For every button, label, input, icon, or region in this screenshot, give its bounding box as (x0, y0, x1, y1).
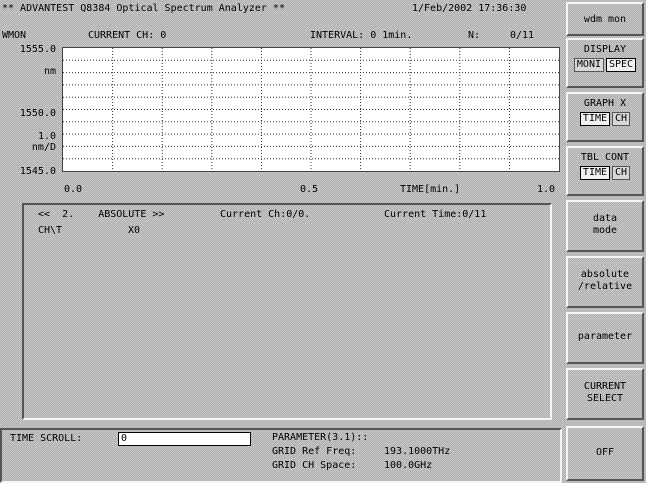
table-contents-softkey[interactable]: TBL CONT TIME CH (566, 146, 644, 196)
display-softkey[interactable]: DISPLAY MONI SPEC (566, 38, 644, 88)
time-scroll-label: TIME SCROLL: (10, 433, 83, 444)
parameter-title: PARAMETER(3.1):: (272, 432, 369, 443)
table-current-channel: Current Ch:0/0. (220, 209, 311, 220)
time-scroll-input[interactable]: 0 (118, 432, 251, 446)
display-option-moni[interactable]: MONI (573, 58, 604, 72)
column-ch-t: CH\T (38, 225, 63, 236)
table-contents-option-ch[interactable]: CH (612, 166, 631, 180)
mode-label: wdm mon (583, 14, 627, 25)
trend-graph[interactable] (62, 47, 560, 172)
graph-mode-label: WMON (2, 30, 27, 41)
x-axis-end: 1.0 (537, 184, 556, 195)
current-channel: CURRENT CH: 0 (88, 30, 167, 41)
absolute-relative-line1: absolute (580, 269, 630, 280)
x-axis-mid: 0.5 (300, 184, 319, 195)
current-select-line1: CURRENT (583, 381, 627, 392)
y-axis-top: 1555.0 (19, 44, 56, 55)
absolute-relative-line2: /relative (577, 281, 633, 292)
grid-ref-freq-label: GRID Ref Freq: (272, 446, 357, 457)
y-axis-unit: nm (43, 66, 56, 77)
table-contents-option-time[interactable]: TIME (579, 166, 611, 180)
current-select-line2: SELECT (586, 393, 624, 404)
y-axis-bottom: 1545.0 (19, 166, 56, 177)
graph-x-softkey[interactable]: GRAPH X TIME CH (566, 92, 644, 142)
data-mode-line1: data (592, 213, 618, 224)
graph-grid (63, 48, 559, 171)
off-button[interactable]: OFF (566, 426, 644, 481)
display-label: DISPLAY (583, 44, 627, 55)
grid-ref-freq-value: 193.1000THz (384, 446, 451, 457)
grid-ch-space-value: 100.0GHz (384, 460, 433, 471)
graph-x-label: GRAPH X (583, 98, 627, 109)
grid-ch-space-label: GRID CH Space: (272, 460, 357, 471)
parameter-label: parameter (577, 331, 633, 342)
n-label: N: (468, 30, 481, 41)
x-axis-start: 0.0 (64, 184, 83, 195)
graph-x-option-time[interactable]: TIME (579, 112, 611, 126)
date-time: 1/Feb/2002 17:36:30 (412, 3, 527, 14)
interval: INTERVAL: 0 1min. (310, 30, 413, 41)
graph-header: WMON CURRENT CH: 0 INTERVAL: 0 1min. N: … (0, 30, 560, 44)
y-axis-scale: 1.0 (37, 131, 56, 142)
data-mode-button[interactable]: data mode (566, 200, 644, 252)
n-value: 0/11 (510, 30, 535, 41)
mode-indicator: wdm mon (566, 2, 644, 36)
absolute-relative-button[interactable]: absolute /relative (566, 256, 644, 308)
table-contents-label: TBL CONT (580, 152, 630, 163)
table-contents-toggle[interactable]: TIME CH (568, 166, 642, 180)
display-toggle[interactable]: MONI SPEC (568, 58, 642, 72)
data-table (22, 203, 552, 420)
graph-x-toggle[interactable]: TIME CH (568, 112, 642, 126)
table-mode: << 2. ABSOLUTE >> (38, 209, 165, 220)
y-axis-scale-unit: nm/D (31, 142, 56, 153)
graph-x-option-ch[interactable]: CH (612, 112, 631, 126)
title-bar: ** ADVANTEST Q8384 Optical Spectrum Anal… (0, 0, 570, 18)
current-select-button[interactable]: CURRENT SELECT (566, 368, 644, 420)
column-x0: X0 (128, 225, 141, 236)
parameter-button[interactable]: parameter (566, 312, 644, 364)
table-current-time: Current Time:0/11 (384, 209, 487, 220)
x-axis-label: TIME[min.] (400, 184, 461, 195)
display-option-spec[interactable]: SPEC (606, 58, 637, 72)
y-axis-mid: 1550.0 (19, 108, 56, 119)
data-mode-line2: mode (592, 225, 618, 236)
off-label: OFF (595, 447, 615, 458)
instrument-title: ** ADVANTEST Q8384 Optical Spectrum Anal… (2, 3, 285, 14)
